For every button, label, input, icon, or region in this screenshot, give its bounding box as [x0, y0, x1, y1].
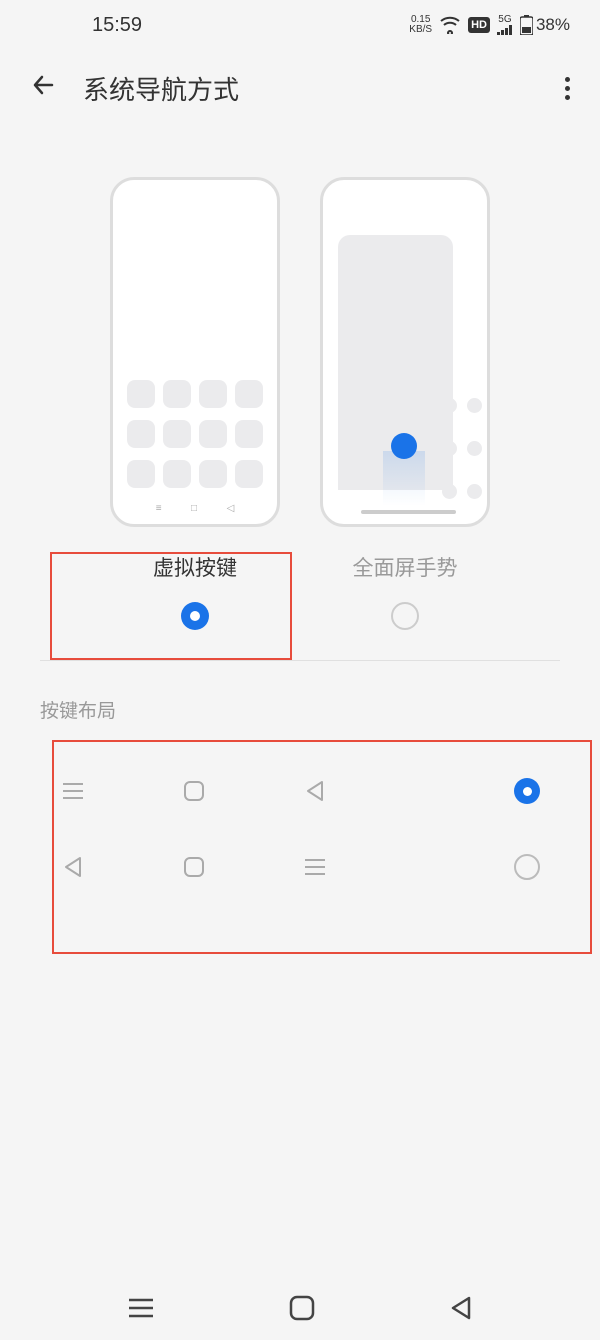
layout-option-1[interactable]: [40, 753, 560, 829]
back-icon: ◁: [227, 503, 235, 514]
more-icon[interactable]: [565, 77, 570, 100]
battery-icon: 38%: [520, 15, 570, 35]
virtual-keys-radio[interactable]: [181, 602, 209, 630]
system-nav-bar: [0, 1280, 600, 1340]
gesture-label: 全面屏手势: [353, 552, 458, 582]
status-time: 15:59: [92, 14, 142, 37]
layout-section-label: 按键布局: [0, 661, 600, 733]
home-icon: □: [191, 503, 197, 514]
layout-2-radio[interactable]: [514, 854, 540, 880]
home-button[interactable]: [289, 1295, 315, 1326]
back-icon[interactable]: [30, 71, 58, 106]
gesture-option[interactable]: 全面屏手势: [320, 177, 490, 630]
virtual-keys-label: 虚拟按键: [153, 552, 237, 582]
menu-icon: ≡: [156, 503, 162, 514]
network-speed-icon: 0.15 KB/S: [409, 15, 432, 35]
menu-icon: [302, 854, 328, 880]
home-icon: [181, 778, 207, 804]
menu-icon: [60, 778, 86, 804]
status-indicators: 0.15 KB/S HD 5G 38%: [409, 15, 570, 35]
wifi-icon: [439, 16, 461, 34]
back-icon: [302, 778, 328, 804]
back-button[interactable]: [449, 1295, 473, 1326]
virtual-keys-option[interactable]: ≡ □ ◁ 虚拟按键: [110, 177, 280, 630]
hd-icon: HD: [468, 17, 490, 33]
signal-5g-icon: 5G: [497, 15, 513, 35]
status-bar: 15:59 0.15 KB/S HD 5G 38%: [0, 0, 600, 50]
button-layout-options: [0, 733, 600, 925]
layout-option-2[interactable]: [40, 829, 560, 905]
recent-apps-button[interactable]: [127, 1296, 155, 1325]
gesture-radio[interactable]: [391, 602, 419, 630]
page-title: 系统导航方式: [83, 70, 540, 107]
virtual-keys-preview: ≡ □ ◁: [110, 177, 280, 527]
header: 系统导航方式: [0, 50, 600, 127]
gesture-preview: [320, 177, 490, 527]
home-icon: [181, 854, 207, 880]
back-icon: [60, 854, 86, 880]
layout-1-radio[interactable]: [514, 778, 540, 804]
navigation-mode-options: ≡ □ ◁ 虚拟按键 全面屏手势: [0, 127, 600, 660]
